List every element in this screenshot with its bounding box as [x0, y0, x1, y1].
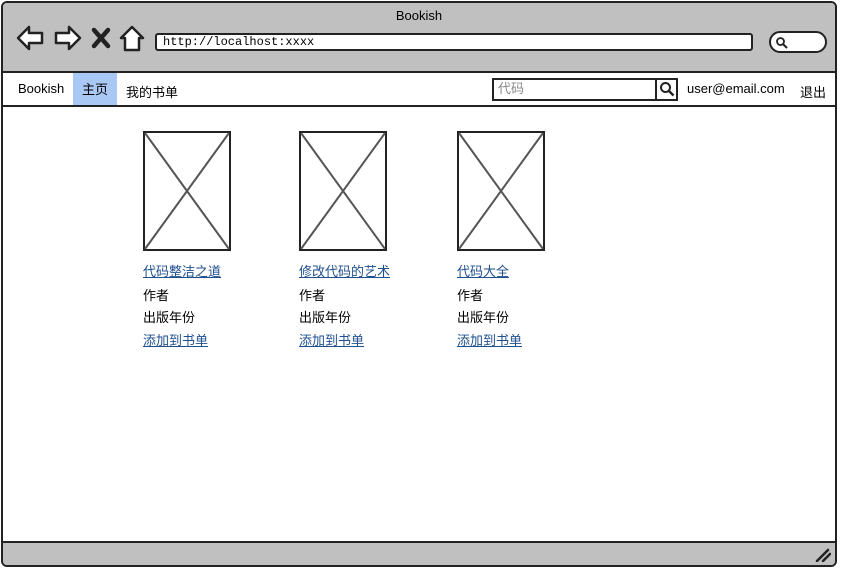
status-bar [3, 541, 835, 565]
book-title-link[interactable]: 代码整洁之道 [143, 261, 263, 280]
site-search [492, 78, 678, 101]
book-card: 修改代码的艺术 作者 出版年份 添加到书单 [299, 131, 419, 349]
address-bar[interactable]: http://localhost:xxxx [155, 33, 753, 51]
close-x-icon[interactable] [89, 23, 113, 53]
brand-link[interactable]: Bookish [18, 81, 64, 96]
add-to-booklist-link[interactable]: 添加到书单 [457, 330, 577, 349]
browser-window: Bookish http://localhost:xxxx Bookish 主页… [1, 1, 837, 567]
book-year: 出版年份 [143, 311, 196, 326]
book-author: 作者 [457, 289, 484, 304]
book-year: 出版年份 [299, 311, 352, 326]
logout-link[interactable]: 退出 [800, 82, 826, 101]
book-card: 代码整洁之道 作者 出版年份 添加到书单 [143, 131, 263, 349]
user-email[interactable]: user@email.com [687, 81, 785, 96]
nav-item-my-booklist[interactable]: 我的书单 [126, 82, 178, 101]
window-title: Bookish [395, 8, 443, 23]
home-icon[interactable] [117, 23, 147, 53]
search-input[interactable] [494, 80, 662, 99]
book-cover-placeholder-image[interactable] [299, 131, 387, 251]
back-arrow-icon[interactable] [15, 23, 45, 53]
book-card: 代码大全 作者 出版年份 添加到书单 [457, 131, 577, 349]
book-cover-placeholder-image[interactable] [457, 131, 545, 251]
browser-search-button[interactable] [769, 31, 827, 53]
title-bar: Bookish http://localhost:xxxx [3, 3, 835, 73]
search-icon [776, 37, 788, 49]
book-title-link[interactable]: 修改代码的艺术 [299, 261, 419, 280]
add-to-booklist-link[interactable]: 添加到书单 [143, 330, 263, 349]
add-to-booklist-link[interactable]: 添加到书单 [299, 330, 419, 349]
book-title-link[interactable]: 代码大全 [457, 261, 577, 280]
book-author: 作者 [143, 289, 170, 304]
book-author: 作者 [299, 289, 326, 304]
search-submit-button[interactable] [655, 80, 676, 99]
book-cover-placeholder-image[interactable] [143, 131, 231, 251]
search-icon [660, 82, 675, 97]
site-navbar: Bookish 主页 我的书单 user@email.com 退出 [3, 73, 835, 107]
book-year: 出版年份 [457, 311, 510, 326]
forward-arrow-icon[interactable] [53, 23, 83, 53]
resize-grip-icon[interactable] [815, 548, 831, 562]
nav-item-home[interactable]: 主页 [73, 73, 117, 105]
